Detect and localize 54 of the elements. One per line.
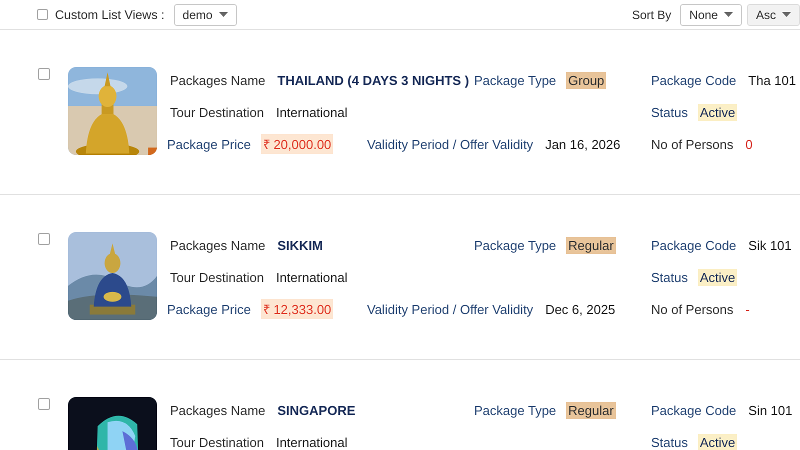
field-label: Status	[651, 434, 688, 450]
field-label: Validity Period / Offer Validity	[367, 136, 534, 152]
field-label: Package Type	[474, 238, 556, 252]
field-label: Status	[651, 270, 688, 284]
field-value: International	[274, 268, 349, 286]
field-label: Tour Destination	[170, 434, 264, 450]
field-label: Tour Destination	[170, 104, 264, 120]
field-value: SIKKIM	[276, 236, 324, 254]
field-label: Package Code	[651, 238, 736, 252]
sort-label: Sort By	[632, 8, 672, 22]
field-value: International	[274, 104, 349, 120]
field-value: SINGAPORE	[276, 402, 356, 418]
field-value: Group	[566, 72, 606, 88]
field-label: Package Type	[474, 402, 556, 418]
field-value: Regular	[566, 236, 616, 254]
sort-field-dropdown[interactable]: None	[680, 4, 742, 26]
field-label: Package Code	[651, 402, 736, 418]
caret-icon	[782, 12, 791, 17]
field-label: No of Persons	[651, 136, 734, 152]
field-label: Packages Name	[170, 402, 266, 418]
field-value: ₹ 12,333.00	[260, 299, 334, 319]
checkbox[interactable]	[38, 68, 50, 80]
field-label: Package Price	[167, 136, 251, 152]
field-value: Active	[698, 268, 738, 286]
field-value: Active	[698, 434, 738, 450]
field-label: Package Code	[651, 72, 736, 88]
list-views-label: Custom List Views :	[55, 8, 165, 22]
field-value: Regular	[566, 402, 616, 418]
field-label: Packages Name	[170, 238, 266, 252]
list-view-dropdown[interactable]: demo	[174, 4, 237, 26]
field-value: Sik 101	[747, 236, 793, 254]
field-value: -	[744, 300, 751, 318]
caret-icon	[724, 12, 733, 17]
field-value: Dec 6, 2025	[544, 300, 616, 318]
field-label: Package Price	[167, 302, 251, 316]
field-label: Tour Destination	[170, 270, 264, 284]
field-label: Status	[651, 104, 688, 120]
field-label: No of Persons	[651, 302, 734, 316]
caret-icon	[218, 12, 228, 17]
field-value: International	[274, 434, 349, 450]
field-label: Packages Name	[170, 72, 266, 88]
sort-order-dropdown[interactable]: Asc	[746, 4, 800, 26]
field-value: Active	[698, 104, 738, 120]
checkbox[interactable]	[38, 233, 50, 245]
field-value: Tha 101	[747, 72, 797, 88]
field-label: Validity Period / Offer Validity	[367, 302, 534, 316]
field-value: Jan 16, 2026	[544, 136, 622, 152]
field-value: 0	[744, 136, 754, 152]
checkbox[interactable]	[37, 9, 48, 20]
field-value: ₹ 20,000.00	[260, 134, 334, 154]
checkbox[interactable]	[38, 398, 50, 410]
field-value: Sin 101	[747, 402, 794, 418]
field-value: THAILAND (4 DAYS 3 NIGHTS )	[276, 72, 470, 88]
field-label: Package Type	[474, 72, 556, 88]
